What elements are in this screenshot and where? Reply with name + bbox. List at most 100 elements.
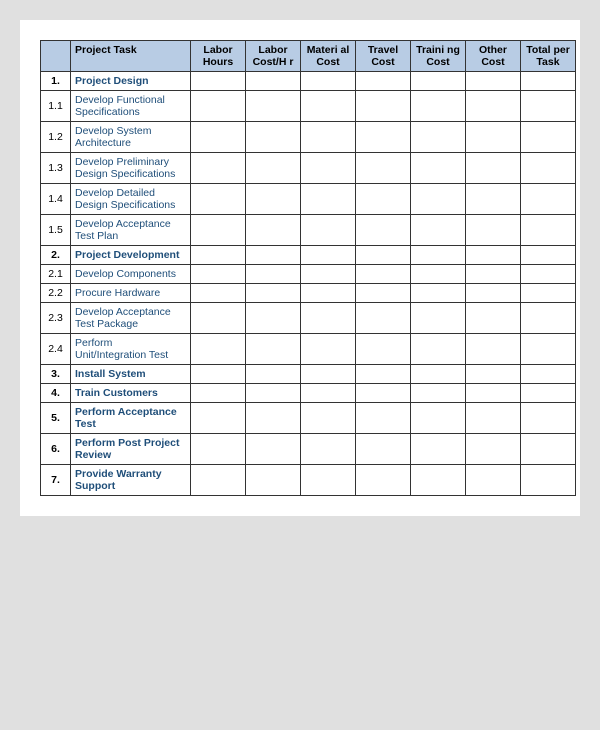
data-cell bbox=[301, 265, 356, 284]
table-row: 2.1Develop Components bbox=[41, 265, 576, 284]
data-cell bbox=[301, 465, 356, 496]
row-task-name: Develop Acceptance Test Plan bbox=[71, 215, 191, 246]
data-cell bbox=[301, 334, 356, 365]
data-cell bbox=[411, 403, 466, 434]
row-task-name: Develop Functional Specifications bbox=[71, 91, 191, 122]
row-task-name: Train Customers bbox=[71, 384, 191, 403]
data-cell bbox=[466, 72, 521, 91]
table-row: 1.4Develop Detailed Design Specification… bbox=[41, 184, 576, 215]
data-cell bbox=[411, 122, 466, 153]
data-cell bbox=[191, 91, 246, 122]
data-cell bbox=[521, 434, 576, 465]
data-cell bbox=[246, 246, 301, 265]
row-number: 2.1 bbox=[41, 265, 71, 284]
table-row: 1.Project Design bbox=[41, 72, 576, 91]
data-cell bbox=[191, 403, 246, 434]
data-cell bbox=[466, 403, 521, 434]
data-cell bbox=[191, 122, 246, 153]
data-cell bbox=[411, 284, 466, 303]
data-cell bbox=[411, 91, 466, 122]
data-cell bbox=[466, 91, 521, 122]
row-task-name: Provide Warranty Support bbox=[71, 465, 191, 496]
data-cell bbox=[246, 72, 301, 91]
row-number: 1.2 bbox=[41, 122, 71, 153]
table-row: 2.4Perform Unit/Integration Test bbox=[41, 334, 576, 365]
data-cell bbox=[521, 122, 576, 153]
row-number: 1.3 bbox=[41, 153, 71, 184]
data-cell bbox=[246, 91, 301, 122]
data-cell bbox=[466, 384, 521, 403]
data-cell bbox=[356, 434, 411, 465]
row-task-name: Perform Acceptance Test bbox=[71, 403, 191, 434]
row-task-name: Develop Detailed Design Specifications bbox=[71, 184, 191, 215]
header-training-cost: Traini ng Cost bbox=[411, 41, 466, 72]
page: Project Task Labor Hours Labor Cost/H r … bbox=[20, 20, 580, 516]
data-cell bbox=[356, 72, 411, 91]
data-cell bbox=[411, 465, 466, 496]
data-cell bbox=[356, 365, 411, 384]
row-number: 1.1 bbox=[41, 91, 71, 122]
data-cell bbox=[466, 365, 521, 384]
data-cell bbox=[246, 303, 301, 334]
data-cell bbox=[466, 215, 521, 246]
data-cell bbox=[521, 384, 576, 403]
data-cell bbox=[521, 303, 576, 334]
data-cell bbox=[521, 72, 576, 91]
data-cell bbox=[466, 265, 521, 284]
project-cost-table: Project Task Labor Hours Labor Cost/H r … bbox=[40, 40, 576, 496]
data-cell bbox=[191, 303, 246, 334]
data-cell bbox=[356, 284, 411, 303]
data-cell bbox=[521, 246, 576, 265]
data-cell bbox=[521, 184, 576, 215]
data-cell bbox=[356, 91, 411, 122]
data-cell bbox=[356, 153, 411, 184]
row-number: 1.5 bbox=[41, 215, 71, 246]
header-num bbox=[41, 41, 71, 72]
data-cell bbox=[301, 72, 356, 91]
data-cell bbox=[191, 365, 246, 384]
data-cell bbox=[411, 384, 466, 403]
data-cell bbox=[246, 265, 301, 284]
data-cell bbox=[301, 403, 356, 434]
row-task-name: Project Design bbox=[71, 72, 191, 91]
data-cell bbox=[521, 334, 576, 365]
data-cell bbox=[301, 384, 356, 403]
data-cell bbox=[246, 153, 301, 184]
data-cell bbox=[466, 246, 521, 265]
data-cell bbox=[301, 184, 356, 215]
data-cell bbox=[301, 303, 356, 334]
data-cell bbox=[191, 434, 246, 465]
data-cell bbox=[191, 246, 246, 265]
data-cell bbox=[356, 184, 411, 215]
data-cell bbox=[356, 384, 411, 403]
data-cell bbox=[301, 91, 356, 122]
data-cell bbox=[411, 215, 466, 246]
data-cell bbox=[521, 465, 576, 496]
row-task-name: Procure Hardware bbox=[71, 284, 191, 303]
data-cell bbox=[411, 303, 466, 334]
data-cell bbox=[246, 215, 301, 246]
data-cell bbox=[191, 334, 246, 365]
table-row: 7.Provide Warranty Support bbox=[41, 465, 576, 496]
data-cell bbox=[191, 72, 246, 91]
data-cell bbox=[356, 246, 411, 265]
data-cell bbox=[411, 246, 466, 265]
row-task-name: Develop Preliminary Design Specification… bbox=[71, 153, 191, 184]
data-cell bbox=[356, 265, 411, 284]
data-cell bbox=[521, 91, 576, 122]
data-cell bbox=[191, 384, 246, 403]
row-task-name: Develop System Architecture bbox=[71, 122, 191, 153]
row-task-name: Perform Unit/Integration Test bbox=[71, 334, 191, 365]
data-cell bbox=[246, 465, 301, 496]
table-row: 2.2Procure Hardware bbox=[41, 284, 576, 303]
header-material-cost: Materi al Cost bbox=[301, 41, 356, 72]
data-cell bbox=[411, 72, 466, 91]
data-cell bbox=[191, 284, 246, 303]
data-cell bbox=[191, 153, 246, 184]
table-row: 6.Perform Post Project Review bbox=[41, 434, 576, 465]
table-row: 1.3Develop Preliminary Design Specificat… bbox=[41, 153, 576, 184]
header-travel-cost: Travel Cost bbox=[356, 41, 411, 72]
data-cell bbox=[301, 215, 356, 246]
header-total-per-task: Total per Task bbox=[521, 41, 576, 72]
row-task-name: Install System bbox=[71, 365, 191, 384]
